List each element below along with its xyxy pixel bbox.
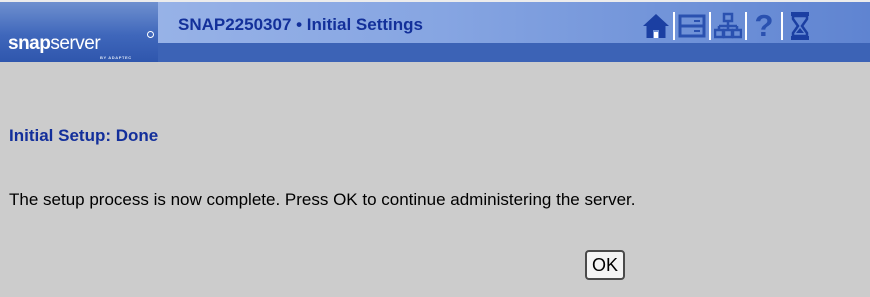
snapserver-logo: snapserver BY ADAPTEC — [0, 2, 158, 62]
page-title: SNAP2250307 • Initial Settings — [178, 15, 423, 34]
logo-brand-regular: server — [50, 33, 101, 54]
hourglass-icon[interactable] — [784, 10, 816, 42]
title-underbar — [158, 43, 870, 62]
icon-separator — [673, 12, 675, 40]
logo-wordmark: snapserver — [8, 33, 101, 54]
app-header: snapserver BY ADAPTEC SNAP2250307 • Init… — [0, 0, 870, 76]
help-glyph: ? — [754, 8, 774, 43]
setup-heading: Initial Setup: Done — [9, 126, 159, 145]
ok-button[interactable]: OK — [585, 250, 625, 280]
setup-message: The setup process is now complete. Press… — [9, 190, 636, 209]
registered-mark — [147, 31, 154, 38]
home-icon[interactable] — [640, 10, 672, 42]
server-icon[interactable] — [676, 10, 708, 42]
logo-brand-bold: snap — [8, 33, 51, 54]
network-icon[interactable] — [712, 10, 744, 42]
toolbar-icons: ? — [640, 10, 816, 42]
icon-separator — [745, 12, 747, 40]
icon-separator — [781, 12, 783, 40]
logo-tagline: BY ADAPTEC — [100, 55, 132, 60]
icon-separator — [709, 12, 711, 40]
help-icon[interactable]: ? — [748, 10, 780, 42]
